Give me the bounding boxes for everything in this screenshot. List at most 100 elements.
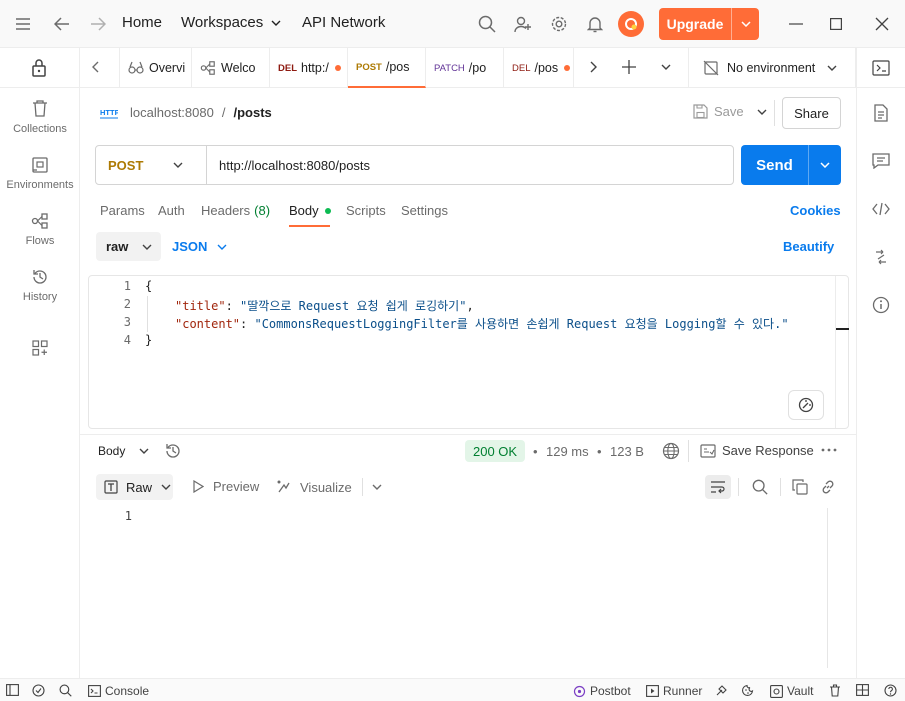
share-button[interactable]: Share <box>782 97 841 129</box>
trash-can-icon <box>33 100 47 117</box>
send-button[interactable]: Send <box>741 145 841 185</box>
comments-icon[interactable] <box>869 149 893 173</box>
minimize-icon[interactable] <box>782 10 810 38</box>
invite-user-icon[interactable] <box>509 10 537 38</box>
vault-button[interactable]: Vault <box>770 684 813 698</box>
postbot-assist-button[interactable] <box>788 390 824 420</box>
code-icon[interactable] <box>869 197 893 221</box>
runner-button[interactable]: Runner <box>646 684 702 698</box>
tab-scripts[interactable]: Scripts <box>346 203 386 218</box>
online-status-icon[interactable] <box>32 684 49 697</box>
toggle-sidebar-icon[interactable] <box>6 684 23 696</box>
breadcrumb-host[interactable]: localhost:8080 <box>130 105 214 120</box>
sidebar-item-history[interactable]: History <box>0 268 80 303</box>
sidebar-item-flows[interactable]: Flows <box>0 212 80 247</box>
status-bar: Console Postbot Runner Vault <box>0 678 905 701</box>
api-network-link[interactable]: API Network <box>302 14 385 31</box>
body-mode-select[interactable]: raw <box>96 232 161 261</box>
cookies-icon[interactable] <box>741 684 758 697</box>
chevron-down-icon[interactable] <box>809 162 841 168</box>
layout-icon[interactable] <box>856 684 873 696</box>
postbot-icon <box>573 685 586 697</box>
tab-auth[interactable]: Auth <box>158 203 185 218</box>
visualize-icon <box>277 480 290 493</box>
forward-arrow-icon[interactable] <box>84 10 112 38</box>
workspaces-menu[interactable]: Workspaces <box>181 14 281 31</box>
globe-icon[interactable] <box>662 442 680 460</box>
save-dropdown-icon[interactable] <box>757 109 767 115</box>
response-scrollbar[interactable] <box>827 508 841 668</box>
bell-icon[interactable] <box>581 10 609 38</box>
search-icon[interactable] <box>473 10 501 38</box>
response-preview-tab[interactable]: Preview <box>192 479 259 494</box>
apps-grid-icon[interactable] <box>32 340 48 356</box>
avatar[interactable] <box>618 11 644 37</box>
maximize-icon[interactable] <box>822 10 850 38</box>
help-icon[interactable] <box>884 684 901 697</box>
save-button[interactable]: Save <box>693 104 744 119</box>
tab-settings[interactable]: Settings <box>401 203 448 218</box>
info-icon[interactable] <box>869 293 893 317</box>
home-link[interactable]: Home <box>122 14 162 31</box>
chevron-down-icon <box>271 20 281 26</box>
menu-icon[interactable] <box>9 10 37 38</box>
trash-icon[interactable] <box>829 684 845 697</box>
chevron-down-icon <box>827 65 837 71</box>
tabs-scroll-left-icon[interactable] <box>92 61 100 73</box>
copy-icon[interactable] <box>792 479 808 495</box>
response-body-select[interactable]: Body <box>98 444 149 458</box>
tab-welcome[interactable]: Welco <box>192 48 270 88</box>
tab-patch-posts[interactable]: PATCH /po <box>426 48 504 88</box>
more-options-icon[interactable] <box>821 448 837 452</box>
response-raw-tab[interactable]: Raw <box>96 474 173 500</box>
close-icon[interactable] <box>868 10 896 38</box>
capture-icon[interactable] <box>715 684 732 697</box>
beautify-link[interactable]: Beautify <box>783 239 834 254</box>
request-body-editor[interactable]: 1 2 3 4 { "title": "딸깍으로 Request 요청 쉽게 로… <box>88 275 849 429</box>
tabs-dropdown-icon[interactable] <box>661 64 671 70</box>
cookies-link[interactable]: Cookies <box>790 203 841 218</box>
environment-selector[interactable]: No environment <box>689 48 847 88</box>
tab-delete-request[interactable]: DEL http:/ <box>270 48 348 88</box>
body-format-select[interactable]: JSON <box>172 239 227 254</box>
save-response-button[interactable]: Save Response <box>700 443 814 458</box>
console-button[interactable]: Console <box>88 684 149 698</box>
related-collections-icon[interactable] <box>869 245 893 269</box>
tab-overview[interactable]: Overvi <box>120 48 192 88</box>
sidebar-item-environments[interactable]: Environments <box>0 156 80 191</box>
indent-guide <box>147 296 148 332</box>
tabs-scroll-right-icon[interactable] <box>589 61 597 73</box>
tab-headers[interactable]: Headers (8) <box>201 203 270 218</box>
tab-post-posts[interactable]: POST /pos <box>348 48 426 88</box>
runner-icon <box>646 685 659 697</box>
status-badge[interactable]: 200 OK <box>465 440 526 462</box>
method-select[interactable]: POST <box>96 146 207 184</box>
url-input[interactable]: http://localhost:8080/posts <box>207 158 370 173</box>
tab-body[interactable]: Body <box>289 203 331 218</box>
environment-quick-look-icon[interactable] <box>869 56 893 80</box>
link-icon[interactable] <box>820 479 836 495</box>
response-history-icon[interactable] <box>164 442 182 460</box>
find-icon[interactable] <box>59 684 76 697</box>
chevron-down-icon[interactable] <box>732 21 759 27</box>
gear-icon[interactable] <box>545 10 573 38</box>
response-visualize-tab[interactable]: Visualize <box>276 478 382 496</box>
upgrade-button[interactable]: Upgrade <box>659 8 759 40</box>
request-name[interactable]: /posts <box>233 105 271 120</box>
response-time[interactable]: 129 ms <box>546 444 589 459</box>
response-size[interactable]: 123 B <box>610 444 644 459</box>
lock-icon[interactable] <box>30 58 48 78</box>
search-icon[interactable] <box>752 479 768 495</box>
tab-params[interactable]: Params <box>100 203 145 218</box>
sidebar-item-collections[interactable]: Collections <box>0 100 80 135</box>
vault-icon <box>770 684 783 698</box>
postbot-button[interactable]: Postbot <box>573 684 631 698</box>
chevron-down-icon <box>372 484 382 490</box>
tab-delete-posts[interactable]: DEL /pos <box>504 48 574 88</box>
wrap-lines-icon[interactable] <box>705 475 731 499</box>
console-icon <box>88 685 101 697</box>
back-arrow-icon[interactable] <box>48 10 76 38</box>
documentation-icon[interactable] <box>869 101 893 125</box>
unsaved-dot <box>564 65 571 71</box>
new-tab-plus-icon[interactable] <box>622 60 636 74</box>
